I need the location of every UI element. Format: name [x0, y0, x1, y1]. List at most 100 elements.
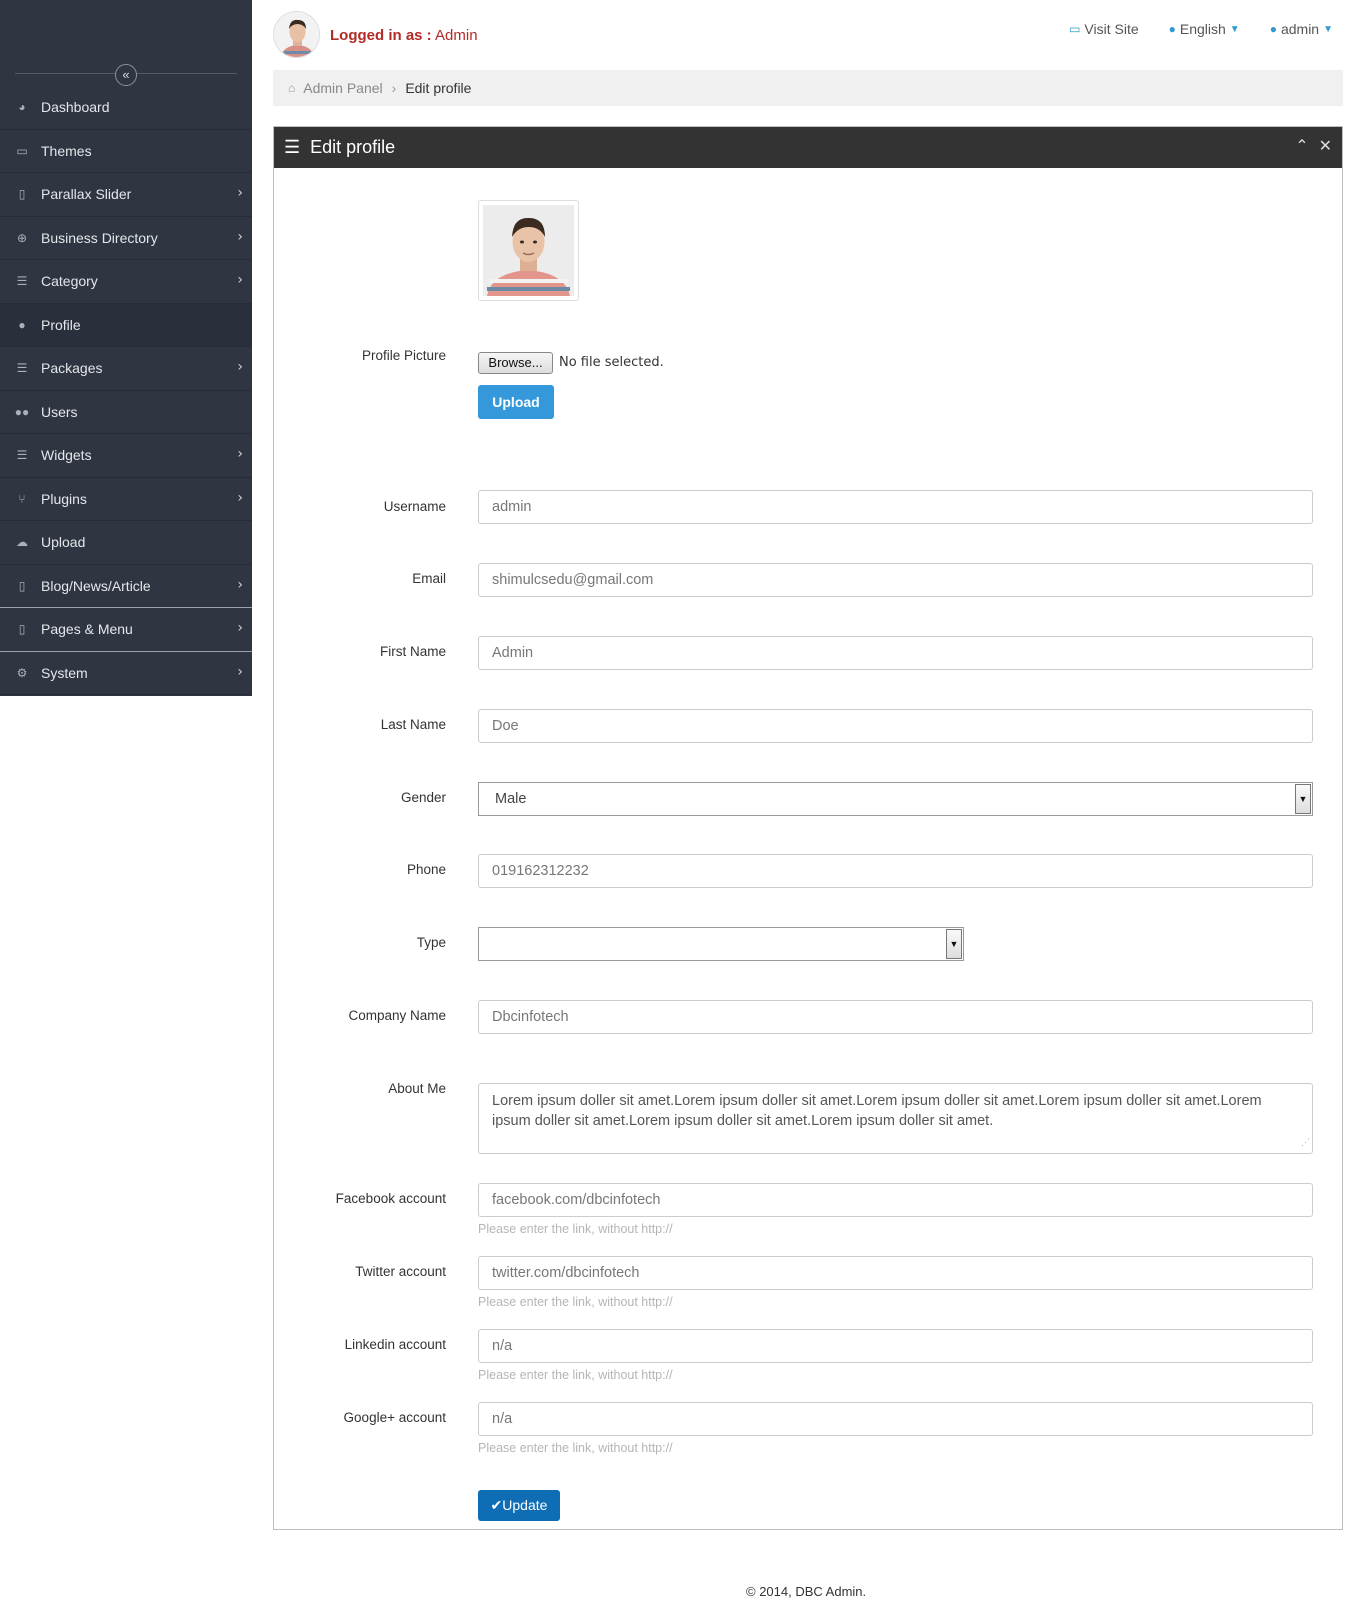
- first-name-field[interactable]: Admin: [478, 636, 1313, 670]
- upload-button[interactable]: Upload: [478, 385, 554, 419]
- chevron-right-icon: ›: [237, 446, 243, 462]
- username-field[interactable]: admin: [478, 490, 1313, 524]
- file-icon: ▯: [18, 622, 26, 637]
- google-plus-field[interactable]: n/a: [478, 1402, 1313, 1436]
- visit-site-label: Visit Site: [1084, 21, 1139, 37]
- double-chevron-left-icon[interactable]: «: [115, 64, 137, 86]
- first-name-label: First Name: [379, 644, 446, 659]
- caret-down-icon: ▼: [1229, 23, 1240, 35]
- user-dropdown[interactable]: ● admin ▼: [1270, 21, 1333, 37]
- sidebar-item-business-directory[interactable]: ⊕ Business Directory ›: [0, 217, 252, 260]
- visit-site-link[interactable]: ▭ Visit Site: [1069, 21, 1139, 37]
- list-icon: ☰: [16, 448, 28, 463]
- gender-label: Gender: [400, 790, 446, 805]
- sidebar-item-profile[interactable]: ● Profile: [0, 303, 252, 347]
- facebook-field[interactable]: facebook.com/dbcinfotech: [478, 1183, 1313, 1217]
- sidebar-item-themes[interactable]: ▭ Themes: [0, 130, 252, 173]
- breadcrumb-separator: ›: [391, 80, 397, 96]
- sidebar-item-system[interactable]: ⚙ System ›: [0, 652, 252, 695]
- cloud-upload-icon: ☁: [16, 535, 28, 550]
- sidebar-item-label: Packages: [41, 360, 103, 377]
- user-menu-label: admin: [1280, 21, 1320, 37]
- company-name-label: Company Name: [348, 1008, 446, 1023]
- username-label: Username: [383, 499, 446, 514]
- google-plus-label: Google+ account: [343, 1410, 446, 1425]
- type-select[interactable]: ▼: [478, 927, 964, 961]
- company-name-field[interactable]: Dbcinfotech: [478, 1000, 1313, 1034]
- list-icon: ☰: [16, 274, 28, 289]
- logged-in-info: Logged in as : Admin: [330, 27, 478, 44]
- chevron-down-icon[interactable]: ▼: [1295, 784, 1311, 814]
- google-plus-help: Please enter the link, without http://: [478, 1441, 673, 1455]
- facebook-help: Please enter the link, without http://: [478, 1222, 673, 1236]
- chevron-right-icon: ›: [237, 185, 243, 201]
- sidebar-item-label: Pages & Menu: [41, 621, 133, 638]
- twitter-field[interactable]: twitter.com/dbcinfotech: [478, 1256, 1313, 1290]
- home-icon[interactable]: ⌂: [288, 81, 295, 95]
- sidebar-item-label: Category: [41, 273, 98, 290]
- last-name-label: Last Name: [380, 717, 446, 732]
- language-dropdown[interactable]: ● English ▼: [1169, 21, 1240, 37]
- dashboard-icon: ◕: [18, 100, 26, 115]
- profile-picture-label: Profile Picture: [361, 348, 446, 363]
- globe-icon: ●: [1168, 22, 1176, 36]
- chevron-right-icon: ›: [237, 228, 243, 245]
- user-icon: ●: [18, 317, 26, 332]
- breadcrumb-admin-panel[interactable]: Admin Panel: [303, 80, 382, 96]
- chevron-right-icon: ›: [237, 620, 243, 636]
- breadcrumb: ⌂ Admin Panel › Edit profile: [273, 70, 1343, 106]
- menu-bars-icon: ☰: [284, 137, 301, 157]
- panel-controls: ⌃ ✕: [1295, 136, 1332, 156]
- logged-in-user: Admin: [435, 27, 478, 44]
- list-icon: ☰: [16, 361, 28, 376]
- file-icon: ▯: [18, 187, 26, 202]
- sidebar-menu: ◕ Dashboard ▭ Themes ▯ Parallax Slider ›…: [0, 86, 252, 695]
- sidebar-item-category[interactable]: ☰ Category ›: [0, 260, 252, 304]
- sidebar-item-label: Parallax Slider: [41, 186, 132, 203]
- browse-button[interactable]: Browse...: [478, 352, 553, 374]
- sidebar-item-blog-news-article[interactable]: ▯ Blog/News/Article ›: [0, 565, 252, 608]
- sidebar-item-parallax-slider[interactable]: ▯ Parallax Slider ›: [0, 173, 252, 217]
- language-label: English: [1179, 21, 1226, 37]
- close-icon[interactable]: ✕: [1319, 136, 1332, 156]
- no-file-text: No file selected.: [559, 355, 664, 370]
- sidebar-item-pages-menu[interactable]: ▯ Pages & Menu ›: [0, 608, 252, 652]
- sidebar-item-dashboard[interactable]: ◕ Dashboard: [0, 86, 252, 130]
- gear-icon: ⚙: [16, 665, 28, 680]
- file-icon: ▯: [18, 578, 26, 593]
- gender-value: Male: [495, 791, 527, 807]
- panel-title: Edit profile: [310, 137, 396, 157]
- resize-grip-icon[interactable]: ⋰: [1301, 1132, 1310, 1152]
- sidebar-item-users[interactable]: ●● Users: [0, 391, 252, 434]
- gender-select[interactable]: Male ▼: [478, 782, 1313, 816]
- about-me-textarea[interactable]: Lorem ipsum doller sit amet.Lorem ipsum …: [478, 1083, 1313, 1154]
- linkedin-field[interactable]: n/a: [478, 1329, 1313, 1363]
- chevron-right-icon: ›: [237, 489, 243, 506]
- sidebar-item-widgets[interactable]: ☰ Widgets ›: [0, 434, 252, 478]
- sidebar-item-upload[interactable]: ☁ Upload: [0, 521, 252, 565]
- chevron-right-icon: ›: [237, 663, 243, 680]
- chevron-right-icon: ›: [237, 359, 243, 375]
- chevron-down-icon[interactable]: ▼: [946, 929, 962, 959]
- about-me-label: About Me: [388, 1081, 446, 1096]
- sidebar-item-label: Dashboard: [41, 99, 110, 116]
- type-label: Type: [416, 935, 446, 950]
- laptop-icon: ▭: [1069, 22, 1081, 36]
- facebook-label: Facebook account: [335, 1191, 446, 1206]
- chevron-up-icon[interactable]: ⌃: [1295, 136, 1308, 156]
- avatar: [273, 11, 320, 58]
- email-label: Email: [412, 571, 446, 586]
- chevron-right-icon: ›: [237, 576, 243, 593]
- check-icon: ✔: [490, 1497, 503, 1513]
- last-name-field[interactable]: Doe: [478, 709, 1313, 743]
- sidebar-item-plugins[interactable]: ⑂ Plugins ›: [0, 478, 252, 521]
- sidebar-item-packages[interactable]: ☰ Packages ›: [0, 347, 252, 391]
- sidebar-item-label: Blog/News/Article: [41, 577, 151, 594]
- update-button[interactable]: ✔Update: [478, 1490, 560, 1521]
- phone-field[interactable]: 019162312232: [478, 854, 1313, 888]
- edit-profile-panel: ☰ Edit profile ⌃ ✕ Profile Picture Brows…: [273, 126, 1343, 1530]
- update-label: Update: [502, 1497, 548, 1513]
- email-field[interactable]: shimulcsedu@gmail.com: [478, 563, 1313, 597]
- sidebar-item-label: Profile: [41, 316, 81, 333]
- sidebar-item-label: System: [41, 664, 88, 681]
